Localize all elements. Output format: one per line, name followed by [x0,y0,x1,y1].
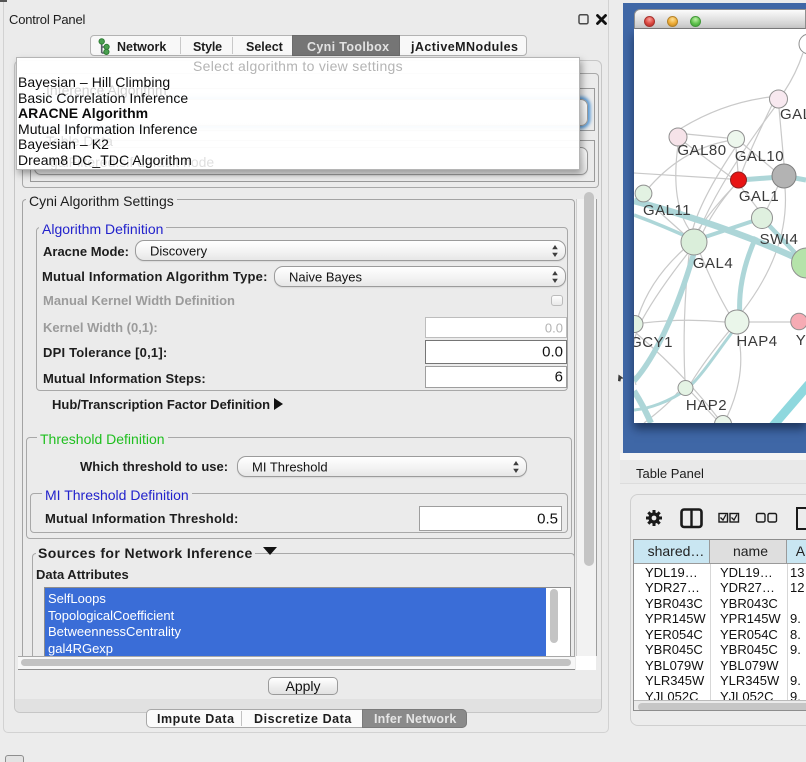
svg-text:GAL10: GAL10 [735,148,784,165]
svg-text:GCY1: GCY1 [634,334,673,351]
svg-text:HAP2: HAP2 [686,397,727,414]
svg-text:GAL4: GAL4 [693,255,733,272]
svg-text:GAL1: GAL1 [739,188,779,205]
svg-text:GAL8: GAL8 [780,106,806,123]
svg-text:GAL80: GAL80 [677,142,726,159]
svg-text:GAL11: GAL11 [643,202,691,219]
svg-text:SWI4: SWI4 [760,231,799,248]
svg-text:HAP4: HAP4 [736,333,777,350]
svg-text:Y: Y [796,332,806,349]
